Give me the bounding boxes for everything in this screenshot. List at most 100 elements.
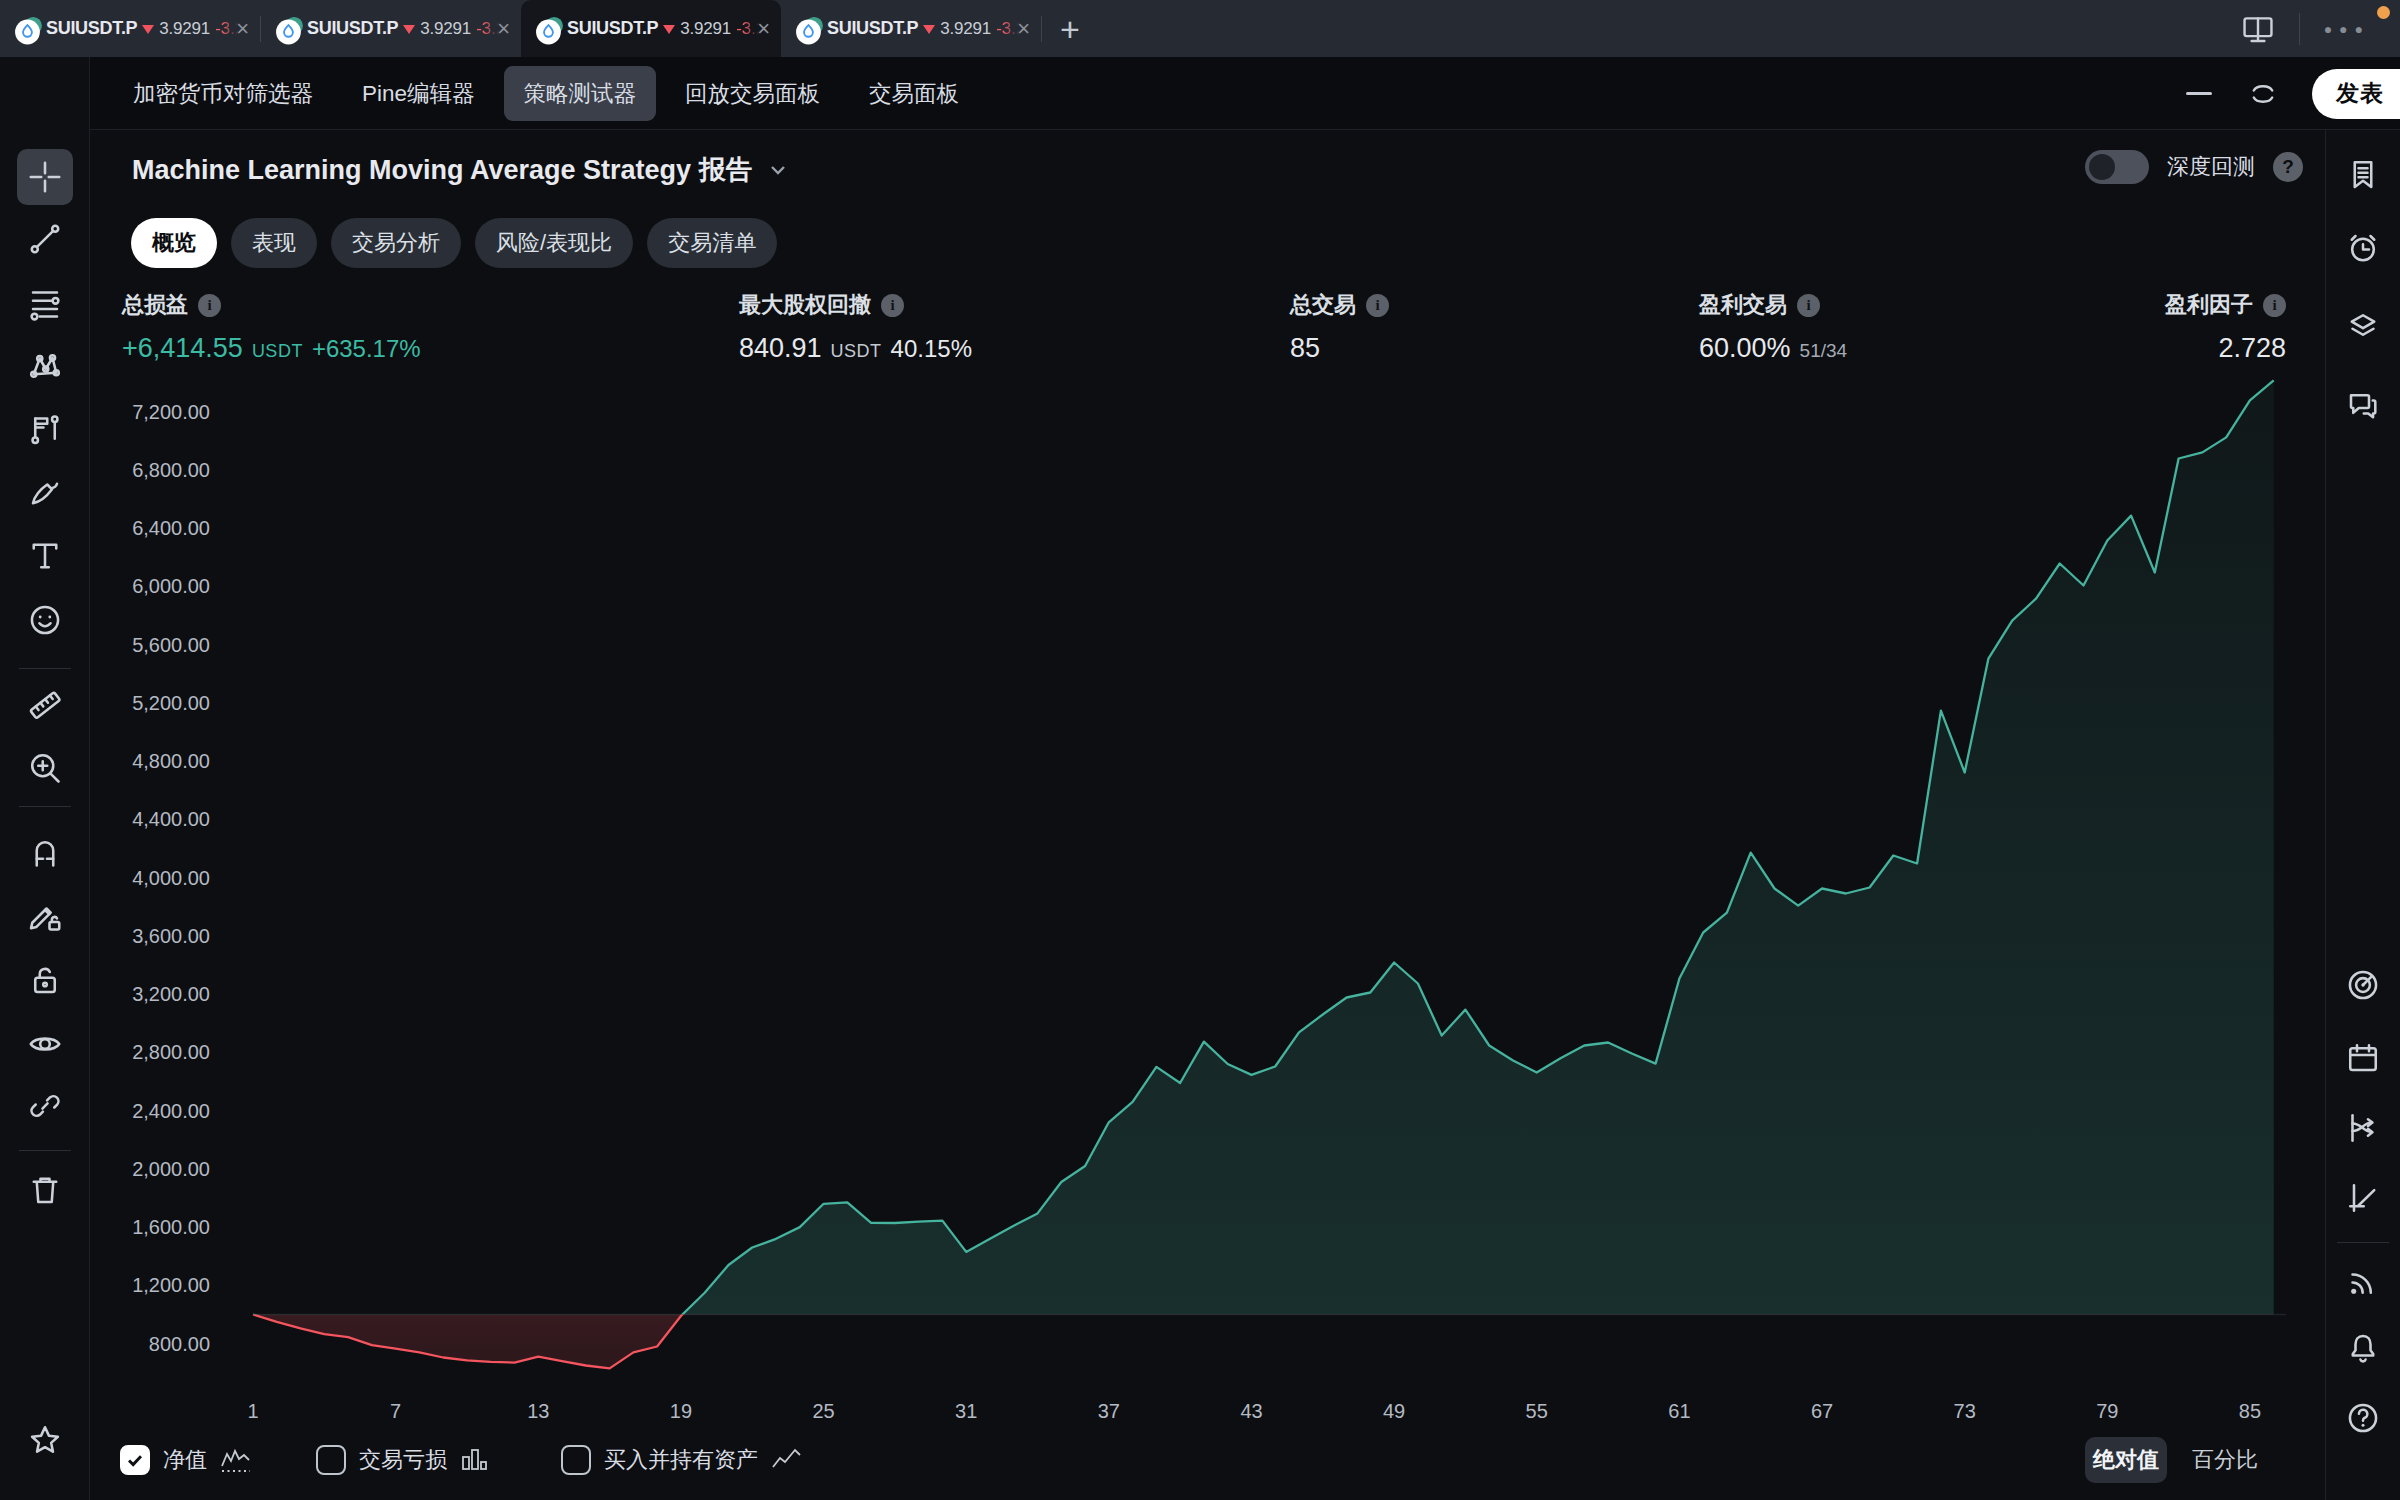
browser-tab-1[interactable]: SUIUSDT.P3.9291-3.2× <box>0 0 260 57</box>
crosshair-icon[interactable] <box>17 149 73 205</box>
panel-menu: 加密货币对筛选器 Pine编辑器策略测试器回放交易面板 交易面板 <box>90 66 959 121</box>
report-tab-4[interactable]: 风险/表现比 <box>475 218 633 268</box>
chat-icon[interactable] <box>2335 377 2391 433</box>
svg-text:1: 1 <box>247 1400 258 1422</box>
calendar-icon[interactable] <box>2335 1030 2391 1086</box>
help-icon[interactable] <box>2335 1390 2391 1446</box>
tab-symbol: SUIUSDT.P <box>827 18 918 39</box>
report-tab-5[interactable]: 交易清单 <box>647 218 777 268</box>
svg-text:25: 25 <box>812 1400 834 1422</box>
link-icon[interactable] <box>17 1078 73 1134</box>
publish-button[interactable]: 发表 <box>2312 69 2400 119</box>
browser-tab-4[interactable]: SUIUSDT.P3.9291-3.2× <box>781 0 1041 57</box>
browser-tab-2[interactable]: SUIUSDT.P3.9291-3.2× <box>261 0 521 57</box>
info-icon[interactable]: i <box>198 294 221 317</box>
close-tab-icon[interactable]: × <box>1017 18 1030 40</box>
close-tab-icon[interactable]: × <box>497 18 510 40</box>
long-position-icon[interactable] <box>17 401 73 457</box>
price-line-icon[interactable] <box>2335 1170 2391 1226</box>
checkbox-unchecked[interactable] <box>561 1445 591 1475</box>
checkbox-checked[interactable] <box>120 1445 150 1475</box>
info-icon[interactable]: i <box>1797 294 1820 317</box>
report-tab-1[interactable]: 概览 <box>131 218 217 268</box>
draw-lock-icon[interactable] <box>17 888 73 944</box>
notification-dot <box>2377 6 2390 19</box>
percent-mode-button[interactable]: 百分比 <box>2186 1437 2264 1483</box>
report-header: Machine Learning Moving Average Strategy… <box>132 152 789 188</box>
trend-line-icon[interactable] <box>17 211 73 267</box>
toolbar-item-5[interactable]: 交易面板 <box>869 78 959 109</box>
price-down-triangle-icon <box>403 25 415 34</box>
chevron-down-icon[interactable] <box>767 159 789 181</box>
info-icon[interactable]: i <box>881 294 904 317</box>
flow-arrows-icon[interactable] <box>2335 1100 2391 1156</box>
trash-icon[interactable] <box>17 1162 73 1218</box>
svg-text:3,600.00: 3,600.00 <box>132 925 210 947</box>
emoji-icon[interactable] <box>17 592 73 648</box>
tab-symbol: SUIUSDT.P <box>307 18 398 39</box>
drawing-toolbar <box>0 57 90 1500</box>
sui-coin-icon <box>534 16 560 42</box>
equity-curve-chart[interactable]: 7,200.006,800.006,400.006,000.005,600.00… <box>90 130 2325 1500</box>
maximize-icon[interactable] <box>2246 77 2280 111</box>
help-icon[interactable]: ? <box>2273 152 2303 182</box>
radar-icon[interactable] <box>2335 957 2391 1013</box>
checkbox-unchecked[interactable] <box>316 1445 346 1475</box>
toolbar-item-4[interactable]: 回放交易面板 <box>685 78 820 109</box>
toolbar-divider <box>19 806 71 807</box>
deep-backtest-toggle[interactable] <box>2085 150 2149 184</box>
close-tab-icon[interactable]: × <box>236 18 249 40</box>
tab-separator <box>1041 16 1042 42</box>
svg-text:2,800.00: 2,800.00 <box>132 1041 210 1063</box>
legend-label[interactable]: 交易亏损 <box>359 1445 447 1475</box>
absolute-mode-button[interactable]: 绝对值 <box>2085 1437 2167 1483</box>
info-icon[interactable]: i <box>2263 294 2286 317</box>
sui-coin-icon <box>13 16 39 42</box>
lock-open-icon[interactable] <box>17 952 73 1008</box>
star-icon[interactable] <box>17 1412 73 1468</box>
text-icon[interactable] <box>17 528 73 584</box>
watchlist-icon[interactable] <box>2335 147 2391 203</box>
loss-bars-icon <box>460 1446 492 1474</box>
layers-icon[interactable] <box>2335 297 2391 353</box>
multi-monitor-icon[interactable] <box>2241 12 2275 46</box>
bell-icon[interactable] <box>2335 1320 2391 1376</box>
toolbar-item-3[interactable]: 策略测试器 <box>504 66 657 121</box>
xabcd-pattern-icon[interactable] <box>17 338 73 394</box>
report-tab-2[interactable]: 表现 <box>231 218 317 268</box>
report-tab-3[interactable]: 交易分析 <box>331 218 461 268</box>
tab-symbol: SUIUSDT.P <box>46 18 137 39</box>
alarm-clock-icon[interactable] <box>2335 220 2391 276</box>
report-title[interactable]: Machine Learning Moving Average Strategy… <box>132 152 753 188</box>
zoom-in-icon[interactable] <box>17 740 73 796</box>
legend-item-2: 交易亏损 <box>316 1432 492 1488</box>
minimize-icon[interactable] <box>2186 92 2212 95</box>
new-tab-button[interactable]: + <box>1060 12 1080 46</box>
overflow-menu-icon[interactable]: ●●● <box>2324 21 2370 37</box>
toolbar-divider <box>2337 1242 2389 1243</box>
tab-price: 3.9291 <box>420 19 471 39</box>
svg-text:4,400.00: 4,400.00 <box>132 808 210 830</box>
buyhold-line-icon <box>771 1446 803 1474</box>
close-tab-icon[interactable]: × <box>757 18 770 40</box>
fib-retracement-icon[interactable] <box>17 275 73 331</box>
svg-text:2,000.00: 2,000.00 <box>132 1158 210 1180</box>
legend-label[interactable]: 净值 <box>163 1445 207 1475</box>
magnet-icon[interactable] <box>17 824 73 880</box>
browser-tab-3[interactable]: SUIUSDT.P3.9291-3.2× <box>521 0 781 57</box>
stat-label: 最大股权回撤 <box>739 290 871 320</box>
svg-text:19: 19 <box>670 1400 692 1422</box>
eye-icon[interactable] <box>17 1016 73 1072</box>
brush-icon[interactable] <box>17 464 73 520</box>
toolbar-item-2[interactable]: Pine编辑器 <box>362 78 475 109</box>
stat-3: 总交易i85 <box>1290 290 1389 364</box>
signal-icon[interactable] <box>2335 1254 2391 1310</box>
stat-2: 最大股权回撤i840.91USDT40.15% <box>739 290 972 364</box>
equity-area-icon <box>220 1446 252 1474</box>
stat-value: 85 <box>1290 333 1320 364</box>
legend-item-1: 净值 <box>120 1432 252 1488</box>
info-icon[interactable]: i <box>1366 294 1389 317</box>
legend-label[interactable]: 买入并持有资产 <box>604 1445 758 1475</box>
ruler-icon[interactable] <box>17 677 73 733</box>
toolbar-item-1[interactable]: 加密货币对筛选器 <box>133 78 313 109</box>
